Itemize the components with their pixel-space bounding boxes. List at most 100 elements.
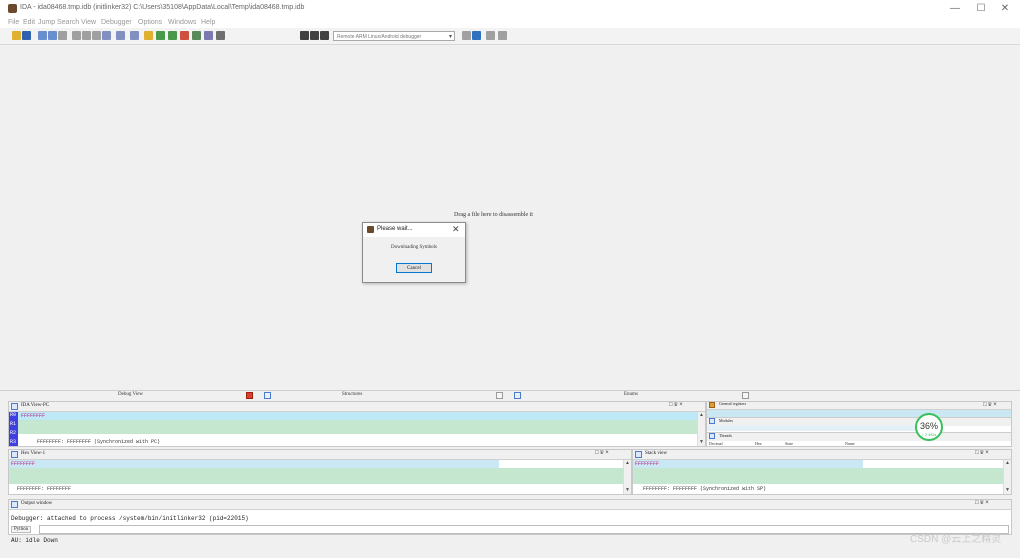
scroll-down-icon[interactable]: ▼	[625, 487, 630, 493]
output-header: Output window □ ɐ ×	[9, 500, 1011, 510]
attach-icon[interactable]	[462, 31, 471, 40]
open-file-icon[interactable]	[12, 31, 21, 40]
panel-controls[interactable]: □ ɐ ×	[669, 402, 683, 408]
scroll-down-icon[interactable]: ▼	[1005, 487, 1010, 493]
tab-close-icon[interactable]	[742, 392, 749, 399]
menu-bar: File Edit Jump Search View Debugger Opti…	[0, 18, 1020, 28]
back-icon[interactable]	[38, 31, 47, 40]
menu-view[interactable]: View	[81, 18, 96, 28]
hex-data-band	[9, 468, 623, 484]
panel-controls[interactable]: □ ɐ ×	[983, 402, 997, 408]
menu-debugger[interactable]: Debugger	[101, 18, 132, 28]
registers-title: General registers	[719, 401, 747, 406]
toolbar	[0, 28, 1020, 45]
menu-edit[interactable]: Edit	[23, 18, 35, 28]
output-log: Debugger: attached to process /system/bi…	[11, 515, 249, 522]
tab-close-icon[interactable]	[496, 392, 503, 399]
panel-controls[interactable]: □ ɐ ×	[595, 450, 609, 456]
scroll-up-icon[interactable]: ▲	[699, 412, 704, 418]
search-binary-icon[interactable]	[72, 31, 81, 40]
vertical-scrollbar[interactable]: ▲ ▼	[697, 412, 705, 446]
panel-controls[interactable]: □ ɐ ×	[975, 450, 989, 456]
stack-line[interactable]: FFFFFFFF	[635, 461, 659, 467]
tab-structures[interactable]: Structures	[342, 392, 362, 397]
stop-icon[interactable]	[320, 31, 329, 40]
hex-line[interactable]: FFFFFFFF	[11, 461, 35, 467]
search-text-icon[interactable]	[58, 31, 67, 40]
scroll-up-icon[interactable]: ▲	[625, 460, 630, 466]
code-line[interactable]: FFFFFFFF	[21, 413, 45, 419]
tab-close-icon[interactable]	[246, 392, 253, 399]
edit-icon[interactable]	[204, 31, 213, 40]
hex-highlight	[9, 460, 499, 468]
vertical-scrollbar[interactable]: ▲ ▼	[623, 460, 631, 494]
script-icon[interactable]	[192, 31, 201, 40]
vertical-scrollbar[interactable]: ▲ ▼	[1003, 460, 1011, 494]
register-row	[707, 410, 1011, 417]
code-highlight	[9, 420, 697, 434]
tab-enums-icon	[514, 392, 521, 399]
threads-header: Threads	[707, 432, 1011, 441]
stack-view-title: Stack view	[645, 451, 668, 456]
dialog-message: Downloading Symbols	[391, 245, 437, 250]
graph-icon[interactable]	[116, 31, 125, 40]
maximize-button[interactable]: ☐	[970, 2, 992, 16]
line-number: R2	[10, 430, 17, 436]
dialog-title: Please wait...	[377, 226, 413, 232]
minimize-button[interactable]: —	[944, 2, 966, 16]
ida-view-panel[interactable]: IDA View-PC □ ɐ × R0 R1 R2 R3 FFFFFFFF F…	[8, 401, 706, 447]
menu-windows[interactable]: Windows	[168, 18, 196, 28]
stack-view-panel[interactable]: Stack view □ ɐ × FFFFFFFF FFFFFFFF: FFFF…	[632, 449, 1012, 495]
line-number: R3	[10, 439, 17, 445]
trace-icon[interactable]	[168, 31, 177, 40]
tabs-row: Debug View Structures Enums	[0, 390, 1020, 401]
menu-options[interactable]: Options	[138, 18, 162, 28]
scroll-down-icon[interactable]: ▼	[699, 439, 704, 445]
search-immediate-icon[interactable]	[82, 31, 91, 40]
search-next-icon[interactable]	[92, 31, 101, 40]
menu-help[interactable]: Help	[201, 18, 215, 28]
modules-icon	[709, 418, 715, 424]
breakpoint-icon[interactable]	[156, 31, 165, 40]
list-icon[interactable]	[130, 31, 139, 40]
download-icon[interactable]	[102, 31, 111, 40]
cancel-button[interactable]: Cancel	[396, 263, 432, 273]
process-icon[interactable]	[472, 31, 481, 40]
panel-controls[interactable]: □ ɐ ×	[975, 500, 989, 506]
tab-enums[interactable]: Enums	[624, 392, 638, 397]
tab-structures-icon	[264, 392, 271, 399]
stack-highlight	[633, 460, 863, 468]
close-button[interactable]: ✕	[994, 2, 1016, 16]
output-window[interactable]: Output window □ ɐ × Debugger: attached t…	[8, 499, 1012, 535]
hex-view-header: Hex View-1 □ ɐ ×	[9, 450, 631, 460]
debugger-select[interactable]: Remote ARM Linux/Android debugger ▾	[333, 31, 455, 41]
thread-column-name: Name	[845, 441, 855, 446]
save-icon[interactable]	[22, 31, 31, 40]
tab-debug-view[interactable]: Debug View	[118, 392, 143, 397]
thread-column-state: State	[785, 441, 793, 446]
registers-panel[interactable]: General registers □ ɐ × Modules Threads …	[706, 401, 1012, 447]
analyze-icon[interactable]	[144, 31, 153, 40]
forward-icon[interactable]	[48, 31, 57, 40]
menu-jump[interactable]: Jump	[38, 18, 55, 28]
menu-search[interactable]: Search	[57, 18, 79, 28]
dialog-close-icon[interactable]: ✕	[452, 224, 460, 235]
status-text: AU: idle Down	[11, 537, 58, 544]
python-label[interactable]: Python	[11, 526, 32, 533]
scroll-up-icon[interactable]: ▲	[1005, 460, 1010, 466]
step-icon[interactable]	[180, 31, 189, 40]
title-bar: IDA - ida08468.tmp.idb (initlinker32) C:…	[0, 0, 1020, 18]
delete-icon[interactable]	[216, 31, 225, 40]
debugger-select-value: Remote ARM Linux/Android debugger	[337, 34, 422, 40]
menu-file[interactable]: File	[8, 18, 19, 28]
hex-view-panel[interactable]: Hex View-1 □ ɐ × FFFFFFFF FFFFFFFF: FFFF…	[8, 449, 632, 495]
python-command-input[interactable]	[39, 525, 1009, 534]
stack-view-header: Stack view □ ɐ ×	[633, 450, 1011, 460]
step-into-icon[interactable]	[498, 31, 507, 40]
upload-speed: ↑ 2.4K/s	[921, 432, 937, 437]
pause-icon[interactable]	[310, 31, 319, 40]
run-icon[interactable]	[300, 31, 309, 40]
detach-icon[interactable]	[486, 31, 495, 40]
output-icon	[11, 501, 18, 508]
threads-title: Threads	[719, 433, 732, 438]
